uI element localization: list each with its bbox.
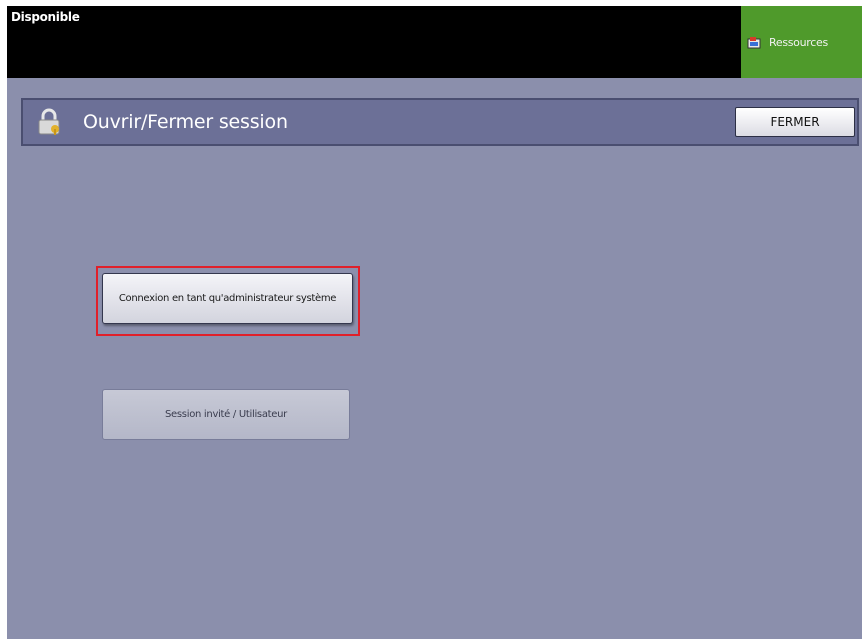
system-administrator-login-button[interactable]: Connexion en tant qu'administrateur syst…: [102, 273, 353, 324]
device-screen: Disponible Ressources Ouvrir/Fermer sess…: [7, 6, 862, 639]
device-status-text: Disponible: [11, 10, 80, 24]
guest-session-button: Session invité / Utilisateur: [102, 389, 350, 440]
lock-icon: [35, 108, 63, 136]
session-panel-header: Ouvrir/Fermer session FERMER: [21, 98, 859, 146]
resources-button-label: Ressources: [769, 35, 828, 49]
close-button[interactable]: FERMER: [735, 107, 855, 137]
resources-button[interactable]: Ressources: [741, 6, 862, 78]
resources-icon: [747, 35, 761, 49]
top-status-bar: Disponible Ressources: [7, 6, 862, 78]
panel-title: Ouvrir/Fermer session: [83, 111, 288, 133]
